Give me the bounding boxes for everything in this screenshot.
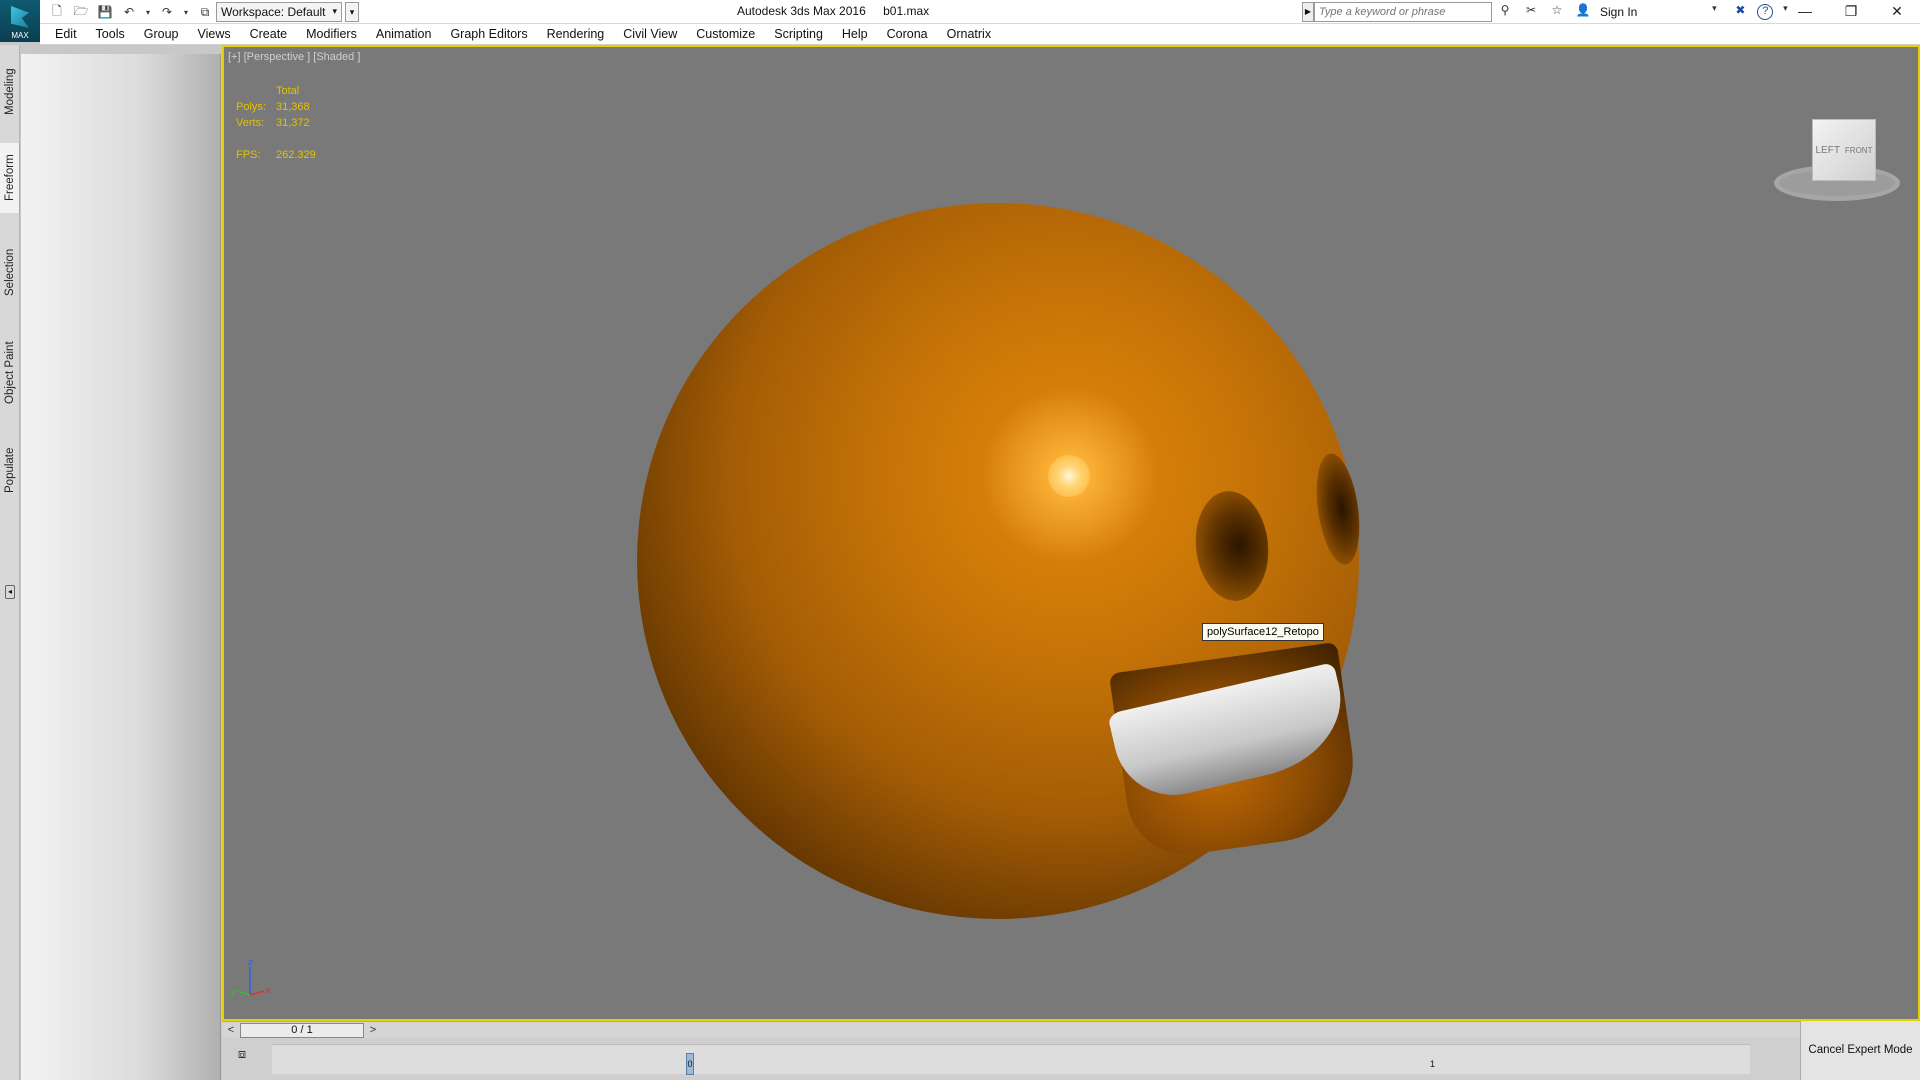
menu-scripting[interactable]: Scripting [774,27,823,41]
app-name: Autodesk 3ds Max 2016 [737,4,866,18]
close-icon[interactable]: ✕ [1874,0,1920,24]
ribbon-toggle-icon[interactable]: ◂ [5,585,15,599]
open-file-icon[interactable]: 🗁 [72,3,90,21]
logo-label: MAX [11,31,29,40]
redo-dropdown-icon[interactable]: ▾ [182,3,190,21]
cancel-expert-mode-button[interactable]: Cancel Expert Mode [1800,1021,1920,1080]
tab-selection[interactable]: Selection [0,237,20,307]
undo-icon[interactable]: ↶ [120,3,138,21]
favorites-star-icon[interactable]: ☆ [1548,3,1566,21]
fps-value: 262.329 [276,149,316,161]
menu-animation[interactable]: Animation [376,27,432,41]
svg-text:x: x [265,986,271,996]
chevron-down-icon: ▾ [332,6,337,16]
stats-header: Total [276,85,300,97]
menu-corona[interactable]: Corona [887,27,928,41]
redo-icon[interactable]: ↷ [158,3,176,21]
quick-access-toolbar: 🗋 🗁 💾 ↶ ▾ ↷ ▾ ⧉ [48,3,214,21]
menu-customize[interactable]: Customize [696,27,755,41]
workspace-select[interactable]: Workspace: Default ▾ [216,2,342,22]
viewcube-front-face[interactable]: FRONT [1845,146,1873,155]
binoculars-icon[interactable]: ⚲ [1496,3,1514,21]
help-icon[interactable]: ? [1757,4,1774,20]
fps-label: FPS: [236,149,261,161]
ribbon-panel [21,54,221,1080]
perspective-viewport[interactable]: [+] [Perspective ] [Shaded ] Total Polys… [222,45,1920,1021]
communication-center-icon[interactable]: ✂ [1522,3,1540,21]
menu-group[interactable]: Group [144,27,179,41]
object-tooltip: polySurface12_Retopo [1202,623,1324,641]
menu-bar: Edit Tools Group Views Create Modifiers … [40,24,1920,45]
title-bar: MAX 🗋 🗁 💾 ↶ ▾ ↷ ▾ ⧉ Workspace: Default ▾… [0,0,1920,42]
prev-frame-button[interactable]: < [224,1023,238,1038]
menu-views[interactable]: Views [197,27,230,41]
project-folder-icon[interactable]: ⧉ [196,3,214,21]
ribbon-tab-strip: Modeling Freeform Selection Object Paint… [0,45,20,1080]
axis-tripod-icon: z x y [230,958,271,998]
polys-value: 31,368 [276,101,310,113]
viewcube[interactable]: LEFT FRONT [1764,109,1904,219]
svg-text:y: y [230,988,236,998]
tab-object-paint[interactable]: Object Paint [0,331,20,415]
viewcube-box[interactable]: LEFT FRONT [1812,119,1876,181]
user-icon: 👤 [1575,3,1591,17]
time-slider-bar: < 0 / 1 > [222,1021,1800,1038]
window-controls: — ❐ ✕ [1782,0,1920,24]
tab-populate[interactable]: Populate [0,435,20,505]
verts-label: Verts: [236,117,265,129]
verts-value: 31,372 [276,117,310,129]
menu-rendering[interactable]: Rendering [547,27,605,41]
next-frame-button[interactable]: > [366,1023,380,1038]
minimize-icon[interactable]: — [1782,0,1828,24]
tab-modeling[interactable]: Modeling [0,57,20,127]
viewport-statistics: Total Polys: 31,368 Verts: 31,372 FPS: 262.… [236,83,316,163]
frame-marker-1: 1 [1430,1059,1436,1069]
app-menu-button[interactable]: MAX [0,0,40,42]
expand-search-icon[interactable]: ▶ [1302,2,1314,22]
undo-dropdown-icon[interactable]: ▾ [144,3,152,21]
sign-in-dropdown-icon[interactable]: ▾ [1705,3,1723,21]
menu-ornatrix[interactable]: Ornatrix [947,27,991,41]
curve-editor-icon[interactable]: ⧈ [232,1046,252,1066]
menu-tools[interactable]: Tools [96,27,125,41]
infocenter-search: ▶ [1302,2,1492,22]
track-bar: ⧈ 0 1 [222,1038,1800,1080]
menu-edit[interactable]: Edit [55,27,77,41]
exchange-apps-icon[interactable]: ✖ [1731,3,1749,21]
frame-marker-0[interactable]: 0 [686,1053,694,1075]
menu-graph-editors[interactable]: Graph Editors [450,27,527,41]
search-input[interactable] [1314,2,1492,22]
workspace-label: Workspace: Default [221,5,326,19]
infocenter-tools: ⚲ ✂ ☆ 👤 Sign In ▾ ✖ ? ▾ [1496,3,1789,21]
max-logo-icon [11,6,29,28]
window-title: Autodesk 3ds Max 2016 b01.max [737,4,943,18]
viewcube-left-face[interactable]: LEFT [1815,145,1839,156]
menu-modifiers[interactable]: Modifiers [306,27,357,41]
svg-text:z: z [248,958,253,968]
menu-civil-view[interactable]: Civil View [623,27,677,41]
polys-label: Polys: [236,101,266,113]
time-slider[interactable]: 0 / 1 [240,1023,364,1038]
menu-help[interactable]: Help [842,27,868,41]
specular-highlight [1048,455,1090,497]
save-icon[interactable]: 💾 [96,3,114,21]
new-file-icon[interactable]: 🗋 [48,3,66,21]
menu-create[interactable]: Create [250,27,288,41]
sign-in-button[interactable]: Sign In [1600,5,1637,19]
file-name: b01.max [883,4,930,18]
track-bar-area[interactable]: 0 1 [272,1044,1750,1075]
viewport-label-menu[interactable]: [+] [Perspective ] [Shaded ] [228,51,360,63]
restore-icon[interactable]: ❐ [1828,0,1874,24]
customize-toolbar-button[interactable]: ▾ [345,2,359,22]
tab-freeform[interactable]: Freeform [0,143,20,213]
